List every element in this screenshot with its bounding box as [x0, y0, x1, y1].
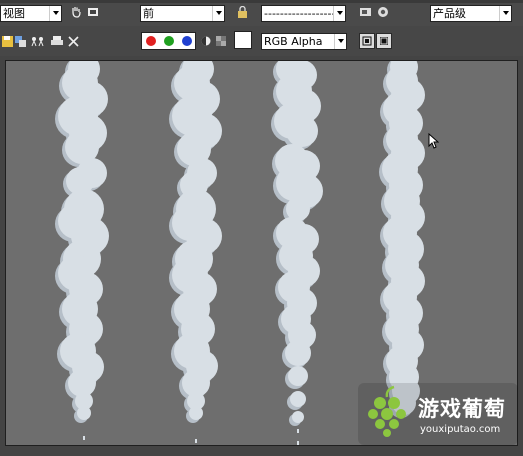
smoke-puff — [285, 340, 311, 366]
display-mono-icon[interactable] — [376, 33, 392, 49]
chevron-down-icon — [499, 6, 511, 21]
render-setup-icon[interactable] — [358, 5, 372, 19]
monochrome-icon[interactable] — [199, 34, 213, 48]
alpha-select-label: RGB Alpha — [264, 35, 323, 48]
print-icon[interactable] — [50, 34, 64, 48]
chevron-down-icon — [212, 6, 224, 21]
smoke-puff — [290, 391, 306, 407]
quality-select-label: 产品级 — [433, 7, 466, 20]
preset-select-label: -------------------- — [264, 7, 344, 20]
preset-select[interactable]: -------------------- — [261, 5, 346, 22]
green-channel-toggle[interactable] — [164, 36, 174, 46]
angle-select[interactable]: 前 — [140, 5, 225, 22]
smoke-column-3 — [271, 61, 323, 445]
rgb-channel-toggles — [141, 32, 196, 50]
copy-viewport-icon[interactable] — [86, 5, 100, 19]
view-select-label: 视图 — [3, 7, 25, 20]
smoke-particle — [297, 429, 299, 433]
chevron-down-icon — [49, 6, 61, 21]
quality-select[interactable]: 产品级 — [430, 5, 512, 22]
save-image-icon[interactable] — [0, 34, 14, 48]
chevron-down-icon — [333, 6, 345, 21]
smoke-puff — [286, 115, 318, 147]
watermark-url: youxiputao.com — [420, 424, 501, 435]
smoke-puff — [292, 411, 304, 423]
view-select[interactable]: 视图 — [0, 5, 62, 22]
mouse-cursor-icon — [428, 132, 440, 152]
render-toolbar-top: 视图 前 -------------------- 产品级 — [0, 0, 523, 26]
background-color-swatch[interactable] — [234, 31, 252, 49]
smoke-column-2 — [169, 61, 222, 443]
clone-window-icon[interactable] — [14, 34, 28, 48]
checker-icon[interactable] — [214, 34, 228, 48]
smoke-puff — [288, 366, 308, 386]
clear-icon[interactable] — [66, 34, 80, 48]
pan-hand-icon[interactable] — [69, 5, 83, 19]
watermark-logo: 游戏葡萄 youxiputao.com — [358, 383, 518, 445]
lock-icon[interactable] — [235, 5, 249, 19]
smoke-column-4 — [379, 61, 425, 418]
smoke-puff — [77, 406, 91, 420]
render-icon[interactable] — [376, 5, 390, 19]
smoke-particle — [195, 439, 197, 443]
channels-icon[interactable] — [31, 34, 45, 48]
angle-select-label: 前 — [143, 7, 154, 20]
smoke-particle — [297, 441, 299, 445]
chevron-down-icon — [334, 34, 346, 49]
alpha-select[interactable]: RGB Alpha — [261, 33, 347, 50]
smoke-column-1 — [55, 61, 109, 440]
watermark-title: 游戏葡萄 — [418, 397, 506, 421]
smoke-puff — [189, 406, 203, 420]
blue-channel-toggle[interactable] — [182, 36, 192, 46]
smoke-particle — [83, 436, 85, 440]
toolbar-top-edge — [0, 0, 523, 3]
render-toolbar-channels: RGB Alpha — [0, 26, 523, 56]
display-alpha-icon[interactable] — [359, 33, 375, 49]
red-channel-toggle[interactable] — [146, 36, 156, 46]
